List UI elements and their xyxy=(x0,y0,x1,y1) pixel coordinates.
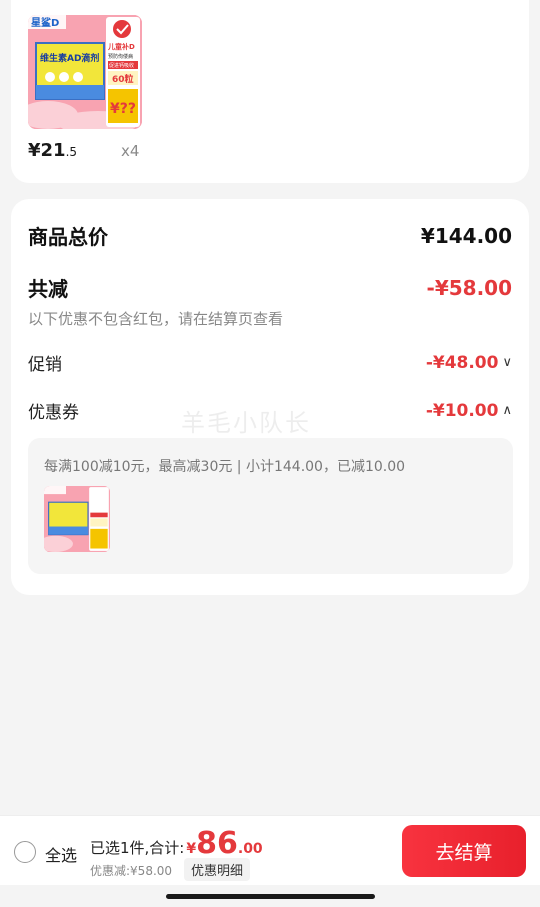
coupon-description: 每满100减10元，最高减30元 | 小计144.00，已减10.00 xyxy=(44,459,406,475)
chevron-up-icon[interactable]: ∧ xyxy=(502,403,512,418)
reduce-value: -¥58.00 xyxy=(426,275,512,300)
coupon-value-group: -¥10.00 ∧ xyxy=(426,401,512,421)
total-value: ¥144.00 xyxy=(420,223,512,248)
total-currency: ¥ xyxy=(186,841,197,857)
promo-label: 促销 xyxy=(28,355,62,375)
cart-page: 维生素AD滴剂 星鲨D 儿童补D 预防佝偻病 促进钙吸收 60粒 ¥?? ¥21… xyxy=(0,0,540,907)
total-label: 商品总价 xyxy=(28,225,108,249)
coupon-detail-box: 每满100减10元，最高减30元 | 小计144.00，已减10.00 xyxy=(28,438,513,574)
brand-label: 星鲨D xyxy=(31,16,59,29)
coupon-label: 优惠券 xyxy=(28,403,79,423)
box-title: 维生素AD滴剂 xyxy=(40,52,99,64)
selection-total: 已选1件,合计: ¥ 86 .00 xyxy=(90,826,263,861)
total-decimal: .00 xyxy=(237,841,263,857)
product-thumbnail-illustration xyxy=(44,486,110,552)
promo-label: ¥?? xyxy=(110,101,136,117)
select-all-label[interactable]: 全选 xyxy=(45,842,77,866)
checkout-button[interactable]: 去结算 xyxy=(402,825,526,877)
checkout-bar: 全选 已选1件,合计: ¥ 86 .00 优惠减:¥58.00 优惠明细 去结算 xyxy=(0,815,540,885)
reduce-label: 共减 xyxy=(28,277,68,301)
saved-amount: 优惠减:¥58.00 xyxy=(90,864,173,878)
price-decimal: .5 xyxy=(65,145,78,159)
coupon-value: -¥10.00 xyxy=(425,400,499,421)
select-all-radio[interactable] xyxy=(14,841,36,863)
price-main: ¥21 xyxy=(28,140,66,161)
watermark: 羊毛小队长 xyxy=(181,409,311,437)
promo-value: -¥48.00 xyxy=(425,352,499,373)
chevron-down-icon[interactable]: ∨ xyxy=(502,355,512,370)
selected-text: 已选1件,合计: xyxy=(90,839,185,857)
total-row: 商品总价 ¥144.00 xyxy=(28,221,512,250)
product-price: ¥21.5 xyxy=(28,140,77,161)
discount-detail-button[interactable]: 优惠明细 xyxy=(184,858,251,881)
home-indicator[interactable] xyxy=(166,894,375,899)
product-quantity: x4 xyxy=(121,142,140,160)
coupon-product-thumbnail[interactable] xyxy=(44,486,110,552)
product-box-illustration: 维生素AD滴剂 星鲨D 儿童补D 预防佝偻病 促进钙吸收 60粒 ¥?? xyxy=(28,15,142,129)
badge-line3: 促进钙吸收 xyxy=(109,62,134,69)
reduce-row: 共减 -¥58.00 xyxy=(28,273,512,302)
price-summary-card: 商品总价 ¥144.00 共减 -¥58.00 以下优惠不包含红包，请在结算页查… xyxy=(11,199,529,595)
promo-row[interactable]: 促销 -¥48.00 ∨ xyxy=(28,350,512,376)
discount-hint: 以下优惠不包含红包，请在结算页查看 xyxy=(28,310,284,328)
promo-value-group: -¥48.00 ∨ xyxy=(426,353,512,373)
pack-label: 60粒 xyxy=(112,73,134,85)
badge-line2: 预防佝偻病 xyxy=(108,53,133,60)
total-amount: 86 xyxy=(196,826,238,861)
badge-line1: 儿童补D xyxy=(107,42,135,51)
product-image[interactable]: 维生素AD滴剂 星鲨D 儿童补D 预防佝偻病 促进钙吸收 60粒 ¥?? xyxy=(28,15,142,129)
product-card: 维生素AD滴剂 星鲨D 儿童补D 预防佝偻病 促进钙吸收 60粒 ¥?? ¥21… xyxy=(11,0,529,183)
